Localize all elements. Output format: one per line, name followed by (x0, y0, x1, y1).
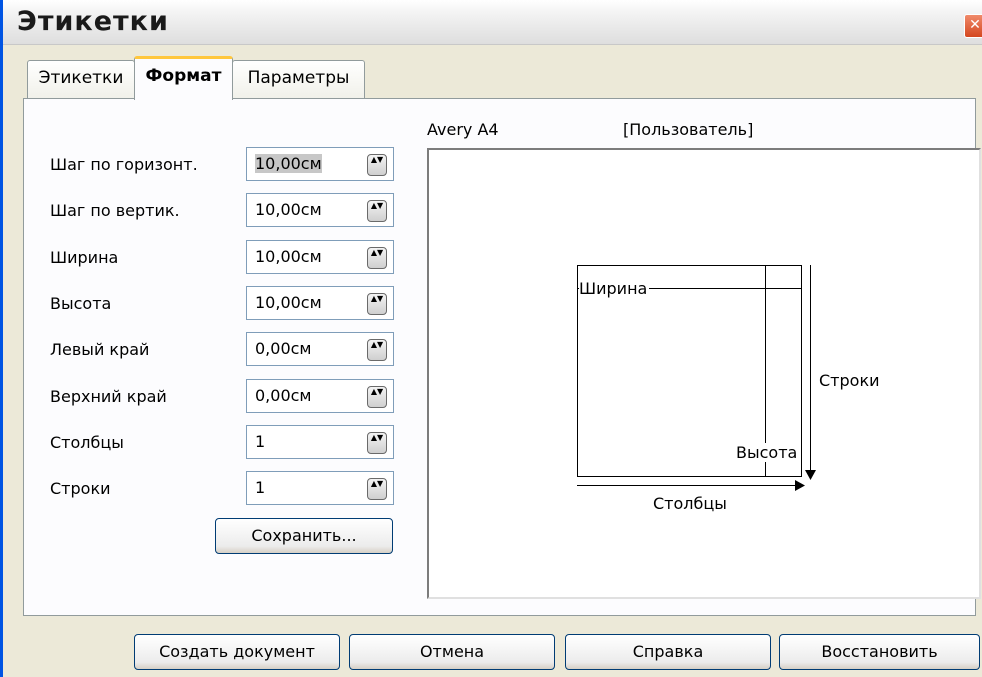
spin-arrows-icon[interactable]: ▲▼ (367, 432, 387, 454)
label-top-margin: Верхний край (50, 387, 167, 406)
arrow-down-icon (805, 470, 816, 480)
label-vertical-pitch: Шаг по вертик. (50, 201, 180, 220)
spin-arrows-icon[interactable]: ▲▼ (367, 247, 387, 269)
title-bar[interactable]: Этикетки ✕ (3, 0, 982, 45)
rows-value: 1 (255, 478, 266, 497)
arrow-right-icon (795, 480, 805, 491)
label-columns: Столбцы (50, 433, 124, 452)
width-value: 10,00см (255, 247, 322, 266)
columns-arrow (577, 485, 799, 486)
dialog-title: Этикетки (17, 6, 169, 37)
spin-arrows-icon[interactable]: ▲▼ (367, 293, 387, 315)
left-margin-field[interactable]: 0,00см ▲▼ (246, 332, 394, 366)
top-margin-field[interactable]: 0,00см ▲▼ (246, 379, 394, 413)
label-rows: Строки (50, 479, 111, 498)
label-brand: Avery A4 (427, 120, 499, 139)
cancel-button[interactable]: Отмена (349, 634, 555, 670)
width-field[interactable]: 10,00см ▲▼ (246, 240, 394, 274)
tab-options[interactable]: Параметры (232, 60, 365, 98)
spin-arrows-icon[interactable]: ▲▼ (367, 339, 387, 361)
top-margin-value: 0,00см (255, 386, 312, 405)
preview-columns-label: Столбцы (653, 494, 727, 513)
vertical-pitch-value: 10,00см (255, 200, 322, 219)
rows-field[interactable]: 1 ▲▼ (246, 471, 394, 505)
preview-rows-label: Строки (819, 371, 880, 390)
preview-width-label: Ширина (579, 279, 650, 298)
spin-arrows-icon[interactable]: ▲▼ (367, 478, 387, 500)
label-horizontal-pitch: Шаг по горизонт. (50, 155, 198, 174)
spin-arrows-icon[interactable]: ▲▼ (367, 200, 387, 222)
label-height: Высота (50, 294, 112, 313)
spin-arrows-icon[interactable]: ▲▼ (367, 386, 387, 408)
columns-field[interactable]: 1 ▲▼ (246, 425, 394, 459)
tab-format[interactable]: Формат (134, 56, 233, 100)
create-document-button[interactable]: Создать документ (134, 634, 340, 670)
horizontal-pitch-field[interactable]: 10,00см ▲▼ (246, 147, 394, 181)
columns-value: 1 (255, 432, 266, 451)
vertical-pitch-field[interactable]: 10,00см ▲▼ (246, 193, 394, 227)
labels-dialog: Этикетки ✕ Этикетки Формат Параметры Шаг… (0, 0, 982, 677)
help-button[interactable]: Справка (565, 634, 771, 670)
close-icon[interactable]: ✕ (964, 14, 982, 38)
preview-height-label: Высота (736, 443, 798, 462)
reset-button[interactable]: Восстановить (779, 634, 980, 670)
label-left-margin: Левый край (50, 340, 150, 359)
rows-arrow (810, 265, 811, 475)
label-type: [Пользователь] (623, 120, 754, 139)
spin-arrows-icon[interactable]: ▲▼ (367, 154, 387, 176)
height-field[interactable]: 10,00см ▲▼ (246, 286, 394, 320)
height-value: 10,00см (255, 293, 322, 312)
horizontal-pitch-value: 10,00см (255, 154, 322, 173)
label-width: Ширина (50, 248, 119, 267)
left-margin-value: 0,00см (255, 339, 312, 358)
tab-labels[interactable]: Этикетки (27, 60, 135, 98)
save-button[interactable]: Сохранить... (215, 518, 393, 554)
